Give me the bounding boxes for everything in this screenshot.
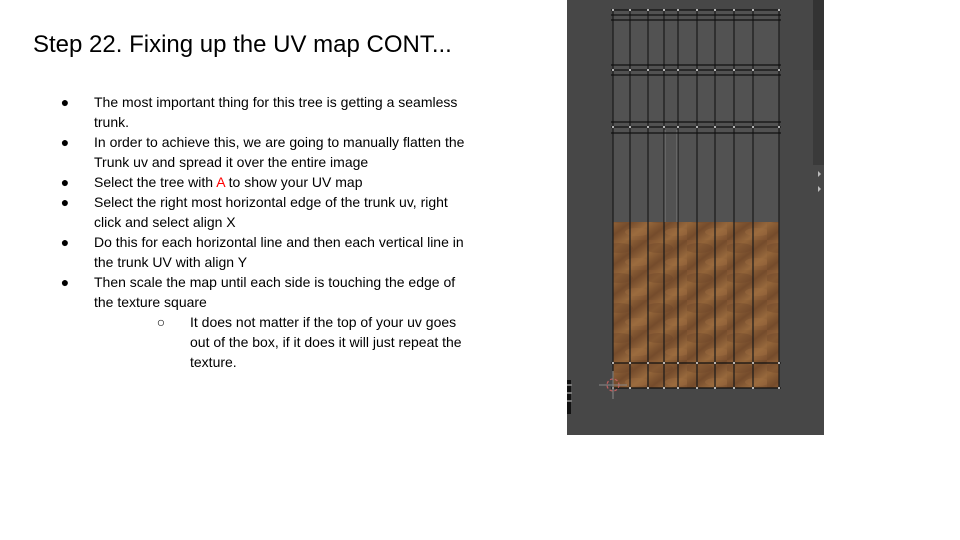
bullet-text: Do this for each horizontal line and the…: [94, 234, 464, 270]
bullet-dot: ●: [60, 134, 70, 150]
bullet-item: ● Then scale the map until each side is t…: [58, 272, 478, 312]
key-highlight: A: [216, 174, 225, 190]
bullet-item: ● Do this for each horizontal line and th…: [58, 232, 478, 272]
bullet-text-post: to show your UV map: [224, 174, 363, 190]
bullet-item: ● In order to achieve this, we are going …: [58, 132, 478, 172]
bullet-dot: ●: [60, 194, 70, 210]
bullet-text: Select the right most horizontal edge of…: [94, 194, 448, 230]
bullet-dot: ●: [60, 174, 70, 190]
bullet-text: Then scale the map until each side is to…: [94, 274, 456, 310]
bullet-text-pre: Select the tree with: [94, 174, 217, 190]
uv-upper-region: [613, 10, 779, 222]
bullet-text: The most important thing for this tree i…: [94, 94, 458, 130]
bullet-list: ● The most important thing for this tree …: [58, 92, 478, 372]
left-ruler: [567, 380, 572, 414]
bullet-item: ● Select the right most horizontal edge o…: [58, 192, 478, 232]
panel-arrow-icon: [818, 186, 821, 192]
sub-bullet-dot: ○: [156, 314, 166, 330]
bullet-dot: ●: [60, 94, 70, 110]
bullet-item: ● The most important thing for this tree …: [58, 92, 478, 132]
bullet-text: In order to achieve this, we are going t…: [94, 134, 465, 170]
bullet-item: ● Select the tree with A to show your UV …: [58, 172, 478, 192]
uv-editor-screenshot: [567, 0, 824, 435]
panel-arrow-icon: [818, 171, 821, 177]
slide-title: Step 22. Fixing up the UV map CONT...: [33, 31, 452, 58]
bullet-dot: ●: [60, 274, 70, 290]
sub-bullet-item: ○ It does not matter if the top of your u…: [58, 312, 478, 372]
bullet-dot: ●: [60, 234, 70, 250]
uv-map-image: [567, 0, 824, 414]
sub-bullet-text: It does not matter if the top of your uv…: [190, 314, 462, 370]
